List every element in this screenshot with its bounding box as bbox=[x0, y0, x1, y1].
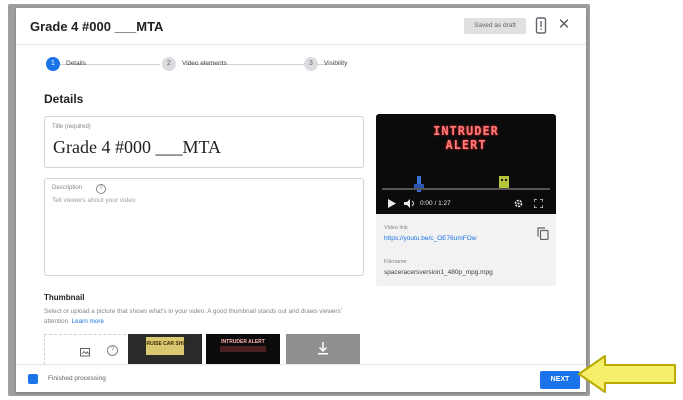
thumbnail-heading: Thumbnail bbox=[44, 293, 85, 302]
video-player[interactable]: INTRUDER ALERT 0:00 / 1:27 bbox=[376, 114, 556, 214]
learn-more-link[interactable]: Learn more bbox=[72, 318, 104, 325]
step-2-circle[interactable]: 2 bbox=[162, 57, 176, 71]
title-input[interactable]: Grade 4 #000 ___MTA bbox=[53, 137, 221, 158]
fullscreen-icon[interactable] bbox=[534, 199, 543, 208]
thumbnail-description: Select or upload a picture that shows wh… bbox=[44, 307, 364, 327]
step-details-label[interactable]: Details bbox=[66, 60, 86, 67]
step-1-circle[interactable]: 1 bbox=[46, 57, 60, 71]
video-overlay-text: INTRUDER bbox=[433, 124, 499, 138]
video-link[interactable]: https://youtu.be/c_OE76umFOw bbox=[384, 235, 477, 242]
settings-gear-icon[interactable] bbox=[514, 199, 523, 208]
upload-dialog: Grade 4 #000 ___MTA Saved as draft ✕ 1 D… bbox=[16, 8, 586, 392]
video-preview-card: INTRUDER ALERT 0:00 / 1:27 Video link ht… bbox=[376, 114, 556, 286]
video-progress-bar[interactable] bbox=[382, 188, 550, 190]
description-field-label: Description bbox=[52, 185, 83, 191]
video-controls: 0:00 / 1:27 bbox=[376, 194, 556, 214]
thumbnail-option-3[interactable] bbox=[286, 334, 360, 364]
dialog-footer: Finished processing NEXT bbox=[16, 364, 586, 392]
upload-stepper: 1 Details 2 Video elements 3 Visibility bbox=[16, 44, 586, 84]
play-icon[interactable] bbox=[388, 199, 396, 208]
download-icon bbox=[318, 342, 328, 355]
thumbnail-help-icon[interactable]: ? bbox=[107, 345, 118, 356]
thumbnail-option-1-text: CRUISE CAR SHIP bbox=[142, 341, 188, 347]
processing-status: Finished processing bbox=[48, 375, 106, 382]
check-square-icon bbox=[28, 374, 38, 384]
thumbnail-graphic bbox=[220, 346, 266, 352]
screenshot-stage: Grade 4 #000 ___MTA Saved as draft ✕ 1 D… bbox=[0, 0, 683, 400]
step-3-circle[interactable]: 3 bbox=[304, 57, 318, 71]
description-input[interactable]: Tell viewers about your video bbox=[52, 197, 135, 204]
thumbnail-option-2-text: INTRUDER ALERT bbox=[221, 339, 265, 345]
filename-label: Filename bbox=[384, 259, 407, 265]
description-help-icon[interactable]: ? bbox=[96, 184, 106, 194]
dialog-title: Grade 4 #000 ___MTA bbox=[30, 19, 164, 34]
title-field-label: Title (required) bbox=[52, 124, 91, 130]
alert-icon[interactable] bbox=[535, 17, 547, 34]
filename-value: spaceracersversion1_480p_mpg.mpg bbox=[384, 269, 493, 276]
close-icon[interactable]: ✕ bbox=[556, 17, 572, 33]
video-link-label: Video link bbox=[384, 225, 408, 231]
next-button[interactable]: NEXT bbox=[540, 371, 580, 389]
copy-icon[interactable] bbox=[537, 227, 549, 240]
upload-icon bbox=[80, 348, 90, 357]
dialog-header: Grade 4 #000 ___MTA Saved as draft ✕ bbox=[16, 8, 586, 45]
step-visibility-label[interactable]: Visibility bbox=[324, 60, 347, 67]
thumbnail-option-1[interactable]: CRUISE CAR SHIP bbox=[128, 334, 202, 364]
thumbnail-option-2[interactable]: INTRUDER ALERT bbox=[206, 334, 280, 364]
video-time: 0:00 / 1:27 bbox=[420, 200, 451, 207]
pointer-arrow-icon bbox=[578, 355, 676, 393]
volume-icon[interactable] bbox=[404, 199, 416, 208]
saved-as-draft-button[interactable]: Saved as draft bbox=[464, 18, 526, 34]
description-field[interactable]: Description ? Tell viewers about your vi… bbox=[44, 178, 364, 276]
step-video-elements-label[interactable]: Video elements bbox=[182, 60, 227, 67]
video-overlay-text: ALERT bbox=[445, 138, 487, 152]
details-heading: Details bbox=[44, 92, 84, 106]
title-field[interactable]: Title (required) Grade 4 #000 ___MTA bbox=[44, 116, 364, 168]
